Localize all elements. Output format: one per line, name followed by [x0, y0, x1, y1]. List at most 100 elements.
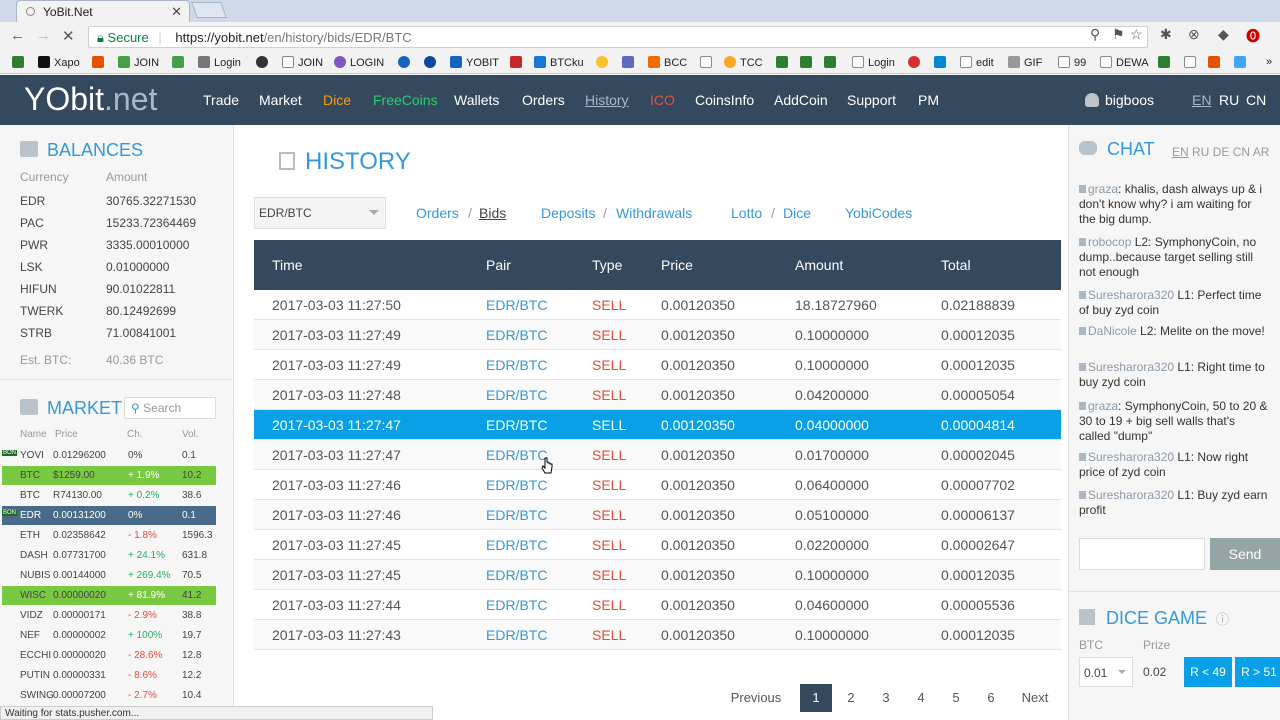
market-row[interactable]: NEF 0.00000002 + 100% 19.7	[2, 626, 216, 645]
table-row[interactable]: 2017-03-03 11:27:48 EDR/BTC SELL 0.00120350…	[254, 380, 1061, 410]
pagination-page[interactable]: 5	[940, 684, 972, 712]
market-row[interactable]: DASH 0.07731700 + 24.1% 631.8	[2, 546, 216, 565]
bookmark-icon[interactable]	[1158, 56, 1174, 69]
table-row[interactable]: 2017-03-03 11:27:46 EDR/BTC SELL 0.00120350…	[254, 500, 1061, 530]
bookmark-btcku[interactable]: BTCku	[534, 56, 584, 69]
bookmark-icon[interactable]	[596, 56, 612, 69]
filter-bids[interactable]: Bids	[479, 205, 506, 221]
nav-orders[interactable]: Orders	[522, 92, 565, 108]
bookmark-99[interactable]: 99	[1058, 56, 1086, 69]
bookmark-icon[interactable]	[1184, 56, 1200, 69]
chat-username[interactable]: Suresharora320	[1088, 288, 1174, 302]
bookmark-join[interactable]: JOIN	[118, 56, 159, 69]
nav-wallets[interactable]: Wallets	[454, 92, 499, 108]
chat-lang-de[interactable]: DE	[1213, 145, 1230, 159]
roll-over-button[interactable]: R > 51	[1235, 657, 1280, 687]
cell-pair-link[interactable]: EDR/BTC	[486, 447, 547, 463]
nav-pm[interactable]: PM	[918, 92, 939, 108]
dice-bet-select[interactable]: 0.01	[1079, 657, 1133, 687]
help-icon[interactable]: ⓘ	[1216, 612, 1229, 627]
chat-username[interactable]: Suresharora320	[1088, 450, 1174, 464]
new-tab-button[interactable]	[191, 2, 227, 18]
bookmark-login[interactable]: Login	[198, 56, 241, 69]
rss-icon[interactable]	[1234, 56, 1250, 69]
bookmark-xapo[interactable]: Xapo	[38, 56, 80, 69]
location-icon[interactable]: ⚑	[1112, 26, 1125, 43]
extension-icon[interactable]: ✱	[1160, 26, 1172, 43]
market-row[interactable]: PUTIN 0.00000331 - 8.6% 12.2	[2, 666, 216, 685]
bookmark-edit[interactable]: edit	[960, 56, 994, 69]
sheet-icon[interactable]	[824, 56, 840, 69]
star-icon[interactable]: ☆	[1130, 26, 1143, 43]
filter-orders[interactable]: Orders	[416, 205, 459, 221]
nav-support[interactable]: Support	[847, 92, 896, 108]
nav-market[interactable]: Market	[259, 92, 302, 108]
nav-addcoin[interactable]: AddCoin	[774, 92, 828, 108]
market-row[interactable]: ETH 0.02358642 - 1.8% 1596.3	[2, 526, 216, 545]
cell-pair-link[interactable]: EDR/BTC	[486, 567, 547, 583]
sheet-icon[interactable]	[800, 56, 816, 69]
pinterest-icon[interactable]: ⓿	[1246, 26, 1260, 46]
cell-pair-link[interactable]: EDR/BTC	[486, 627, 547, 643]
more-bookmarks-icon[interactable]: »	[1266, 56, 1272, 68]
market-row[interactable]: SWING 0.00007200 - 2.7% 10.4	[2, 686, 216, 705]
bookmark-icon[interactable]	[92, 56, 108, 69]
market-row[interactable]: BON YOVI 0.01296200 0% 0.1	[2, 446, 216, 465]
bookmark-login-2[interactable]: LOGIN	[334, 56, 384, 69]
nav-dice[interactable]: Dice	[323, 92, 351, 108]
chat-username[interactable]: graza	[1088, 182, 1118, 196]
chat-input[interactable]	[1079, 538, 1205, 570]
table-row[interactable]: 2017-03-03 11:27:44 EDR/BTC SELL 0.00120350…	[254, 590, 1061, 620]
filter-lotto[interactable]: Lotto	[731, 205, 762, 221]
bookmark-icon[interactable]	[700, 56, 716, 69]
cell-pair-link[interactable]: EDR/BTC	[486, 417, 547, 433]
market-row[interactable]: VIDZ 0.00000171 - 2.9% 38.8	[2, 606, 216, 625]
roll-under-button[interactable]: R < 49	[1184, 657, 1232, 687]
bookmark-join-2[interactable]: JOIN	[282, 56, 323, 69]
bookmark-icon[interactable]	[1208, 56, 1224, 69]
filter-yobicodes[interactable]: YobiCodes	[845, 205, 912, 221]
lang-ru[interactable]: RU	[1219, 92, 1239, 108]
cell-pair-link[interactable]: EDR/BTC	[486, 507, 547, 523]
extension-icon[interactable]: ⊗	[1188, 26, 1200, 43]
bookmark-login-3[interactable]: Login	[852, 56, 895, 69]
pagination-page[interactable]: 3	[870, 684, 902, 712]
table-row[interactable]: 2017-03-03 11:27:46 EDR/BTC SELL 0.00120350…	[254, 470, 1061, 500]
bookmark-icon[interactable]	[510, 56, 526, 69]
chat-username[interactable]: Suresharora320	[1088, 488, 1174, 502]
table-row[interactable]: 2017-03-03 11:27:49 EDR/BTC SELL 0.00120350…	[254, 320, 1061, 350]
bookmark-icon[interactable]	[256, 56, 272, 69]
extension-icon[interactable]: ◆	[1218, 26, 1229, 43]
bookmark-tcc[interactable]: TCC	[724, 56, 763, 69]
bookmark-bcc[interactable]: BCC	[648, 56, 687, 69]
market-row[interactable]: NUBIS 0.00144000 + 269.4% 70.5	[2, 566, 216, 585]
cell-pair-link[interactable]: EDR/BTC	[486, 477, 547, 493]
cell-pair-link[interactable]: EDR/BTC	[486, 357, 547, 373]
back-icon[interactable]: ←	[10, 27, 25, 44]
market-row[interactable]: BTC $1259.00 + 1.9% 10.2	[2, 466, 216, 485]
bookmark-dewa[interactable]: DEWA	[1100, 56, 1149, 69]
table-row[interactable]: 2017-03-03 11:27:47 EDR/BTC SELL 0.00120350…	[254, 440, 1061, 470]
market-row[interactable]: BON EDR 0.00131200 0% 0.1	[2, 506, 216, 525]
cell-pair-link[interactable]: EDR/BTC	[486, 327, 547, 343]
stop-icon[interactable]: ✕	[62, 27, 75, 45]
bookmark-icon[interactable]	[622, 56, 638, 69]
chat-lang-ru[interactable]: RU	[1192, 145, 1209, 159]
bookmark-icon[interactable]	[424, 56, 440, 69]
market-row[interactable]: WISC 0.00000020 + 81.9% 41.2	[2, 586, 216, 605]
cell-pair-link[interactable]: EDR/BTC	[486, 387, 547, 403]
table-row[interactable]: 2017-03-03 11:27:50 EDR/BTC SELL 0.00120350…	[254, 290, 1061, 320]
table-row[interactable]: 2017-03-03 11:27:45 EDR/BTC SELL 0.00120350…	[254, 530, 1061, 560]
browser-tab[interactable]: YoBit.Net ✕	[16, 0, 190, 22]
tab-close-icon[interactable]: ✕	[171, 4, 182, 20]
url-field[interactable]: 🔒︎ Secure | https://yobit.net/en/history…	[88, 26, 1148, 48]
filter-dice[interactable]: Dice	[783, 205, 811, 221]
bookmark-icon[interactable]	[398, 56, 414, 69]
pagination-page[interactable]: 4	[905, 684, 937, 712]
cell-pair-link[interactable]: EDR/BTC	[486, 297, 547, 313]
user-menu[interactable]: bigboos	[1085, 92, 1154, 108]
nav-ico[interactable]: ICO	[650, 92, 675, 108]
chat-username[interactable]: graza	[1088, 399, 1118, 413]
pagination-previous[interactable]: Previous	[724, 684, 788, 712]
cell-pair-link[interactable]: EDR/BTC	[486, 597, 547, 613]
